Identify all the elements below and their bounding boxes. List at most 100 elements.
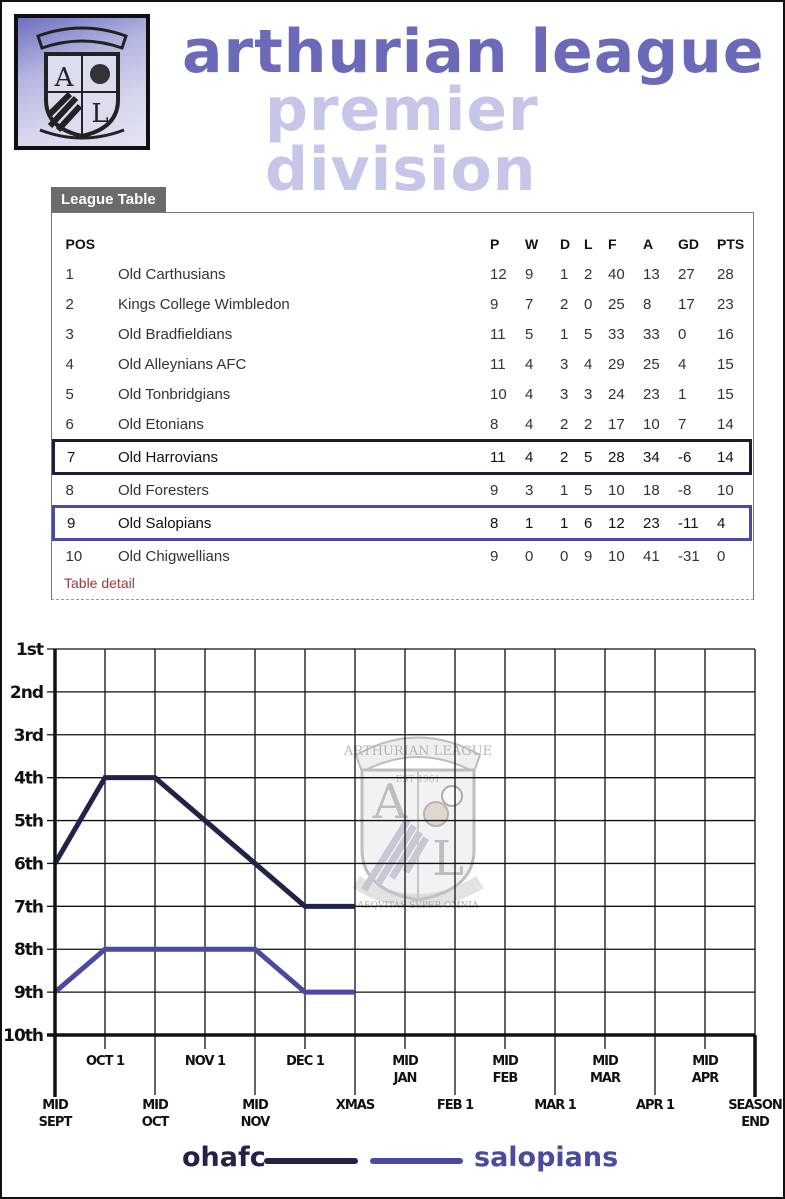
cell-points: 28 bbox=[717, 265, 734, 283]
y-tick-label: 3rd bbox=[14, 726, 43, 746]
cell-played: 11 bbox=[490, 325, 506, 343]
watermark-crest-icon: ALARTHURIAN LEAGUEEST 1961AEQVITAS SVPER… bbox=[343, 736, 492, 911]
cell-lost: 4 bbox=[584, 355, 593, 373]
cell-pos: 2 bbox=[65, 295, 74, 313]
cell-drawn: 3 bbox=[560, 385, 569, 403]
cell-drawn: 0 bbox=[560, 547, 569, 565]
col-pos: POS bbox=[65, 236, 96, 252]
x-tick-label: NOV 1 bbox=[185, 1054, 226, 1069]
cell-against: 13 bbox=[643, 265, 660, 283]
x-tick-label: FEB 1 bbox=[437, 1098, 474, 1113]
cell-team[interactable]: Old Carthusians bbox=[118, 259, 490, 289]
y-tick-label: 10th bbox=[3, 1026, 43, 1046]
x-tick-label: MID bbox=[492, 1054, 519, 1069]
cell-goal-diff: -11 bbox=[678, 505, 717, 541]
cell-won: 5 bbox=[525, 325, 534, 343]
cell-team[interactable]: Old Etonians bbox=[118, 409, 490, 441]
cell-lost: 5 bbox=[584, 439, 608, 475]
x-tick-label: END bbox=[741, 1115, 770, 1130]
cell-against: 41 bbox=[643, 547, 660, 565]
y-tick-label: 9th bbox=[14, 983, 43, 1003]
cell-for: 28 bbox=[608, 439, 643, 475]
cell-for: 25 bbox=[608, 295, 625, 313]
cell-won: 7 bbox=[525, 295, 534, 313]
cell-against: 10 bbox=[643, 415, 660, 433]
cell-pos: 8 bbox=[65, 481, 74, 499]
col-played: P bbox=[490, 236, 500, 252]
tab-league-table[interactable]: League Table bbox=[51, 187, 166, 212]
cell-team[interactable]: Old Salopians bbox=[118, 505, 490, 541]
cell-team[interactable]: Old Alleynians AFC bbox=[118, 349, 490, 379]
cell-drawn: 1 bbox=[560, 481, 569, 499]
cell-for: 40 bbox=[608, 265, 625, 283]
cell-points: 14 bbox=[717, 415, 734, 433]
table-row: 7 Old Harrovians 11 4 2 5 28 34 -6 14 bbox=[52, 439, 752, 475]
cell-for: 10 bbox=[608, 481, 625, 499]
y-tick-label: 6th bbox=[14, 854, 43, 874]
cell-pos: 6 bbox=[65, 415, 74, 433]
cell-team[interactable]: Old Bradfieldians bbox=[118, 319, 490, 349]
cell-goal-diff: 4 bbox=[678, 355, 687, 373]
y-tick-label: 1st bbox=[16, 640, 44, 660]
cell-pos: 3 bbox=[65, 325, 74, 343]
cell-won: 4 bbox=[525, 439, 560, 475]
cell-won: 4 bbox=[525, 355, 534, 373]
watermark-old-ball-icon bbox=[423, 801, 449, 827]
x-tick-label: APR 1 bbox=[636, 1098, 675, 1113]
cell-points: 23 bbox=[717, 295, 734, 313]
x-tick-label: APR bbox=[692, 1071, 720, 1086]
cell-points: 10 bbox=[717, 481, 734, 499]
cell-drawn: 1 bbox=[560, 265, 569, 283]
col-team bbox=[118, 229, 490, 259]
league-table-panel: POS P W D L F A GD PTS 1 Old Carthusians 1… bbox=[51, 212, 754, 600]
x-tick-label: FEB bbox=[493, 1071, 518, 1086]
cell-against: 23 bbox=[643, 385, 660, 403]
cell-against: 33 bbox=[643, 325, 660, 343]
cell-won: 0 bbox=[525, 547, 534, 565]
cell-team[interactable]: Kings College Wimbledon bbox=[118, 289, 490, 319]
y-tick-label: 8th bbox=[14, 940, 43, 960]
cell-drawn: 2 bbox=[560, 295, 569, 313]
x-tick-label: MID bbox=[392, 1054, 419, 1069]
cell-team[interactable]: Old Tonbridgians bbox=[118, 379, 490, 409]
y-tick-label: 5th bbox=[14, 812, 43, 832]
cell-against: 34 bbox=[643, 439, 678, 475]
cell-lost: 2 bbox=[584, 265, 593, 283]
cell-won: 3 bbox=[525, 481, 534, 499]
cell-lost: 5 bbox=[584, 325, 593, 343]
cell-drawn: 1 bbox=[560, 325, 569, 343]
cell-team[interactable]: Old Foresters bbox=[118, 474, 490, 507]
x-tick-label: OCT bbox=[142, 1115, 170, 1130]
watermark-letter-l: L bbox=[432, 831, 464, 887]
table-row: 9 Old Salopians 8 1 1 6 12 23 -11 4 bbox=[52, 505, 752, 541]
cell-team[interactable]: Old Chigwellians bbox=[118, 540, 490, 572]
cell-played: 9 bbox=[490, 547, 499, 565]
watermark-est: EST 1961 bbox=[396, 775, 441, 785]
x-tick-label: NOV bbox=[241, 1115, 271, 1130]
col-points: PTS bbox=[717, 236, 745, 252]
x-tick-label: MAR bbox=[590, 1071, 621, 1086]
cell-played: 12 bbox=[490, 265, 507, 283]
cell-goal-diff: -8 bbox=[678, 481, 692, 499]
table-detail-link[interactable]: Table detail bbox=[64, 575, 135, 591]
cell-won: 9 bbox=[525, 265, 534, 283]
cell-pos: 1 bbox=[65, 265, 74, 283]
table-row: 5 Old Tonbridgians 10 4 3 3 24 23 1 15 bbox=[54, 379, 751, 409]
cell-played: 10 bbox=[490, 385, 507, 403]
legend-line-ohafc bbox=[264, 1158, 358, 1164]
cell-won: 1 bbox=[525, 505, 560, 541]
cell-points: 4 bbox=[717, 505, 752, 541]
col-goal-diff: GD bbox=[678, 236, 699, 252]
cell-goal-diff: 1 bbox=[678, 385, 687, 403]
cell-team[interactable]: Old Harrovians bbox=[118, 439, 490, 475]
cell-against: 8 bbox=[643, 295, 652, 313]
cell-points: 15 bbox=[717, 385, 734, 403]
x-tick-label: SEASON bbox=[728, 1098, 782, 1113]
table-row: 4 Old Alleynians AFC 11 4 3 4 29 25 4 15 bbox=[54, 349, 751, 379]
cell-played: 9 bbox=[490, 481, 499, 499]
x-tick-label: MAR 1 bbox=[534, 1098, 577, 1113]
x-tick-label: DEC 1 bbox=[286, 1054, 325, 1069]
y-tick-label: 7th bbox=[14, 897, 43, 917]
crest-icon: A L bbox=[36, 26, 128, 140]
cell-lost: 3 bbox=[584, 385, 593, 403]
